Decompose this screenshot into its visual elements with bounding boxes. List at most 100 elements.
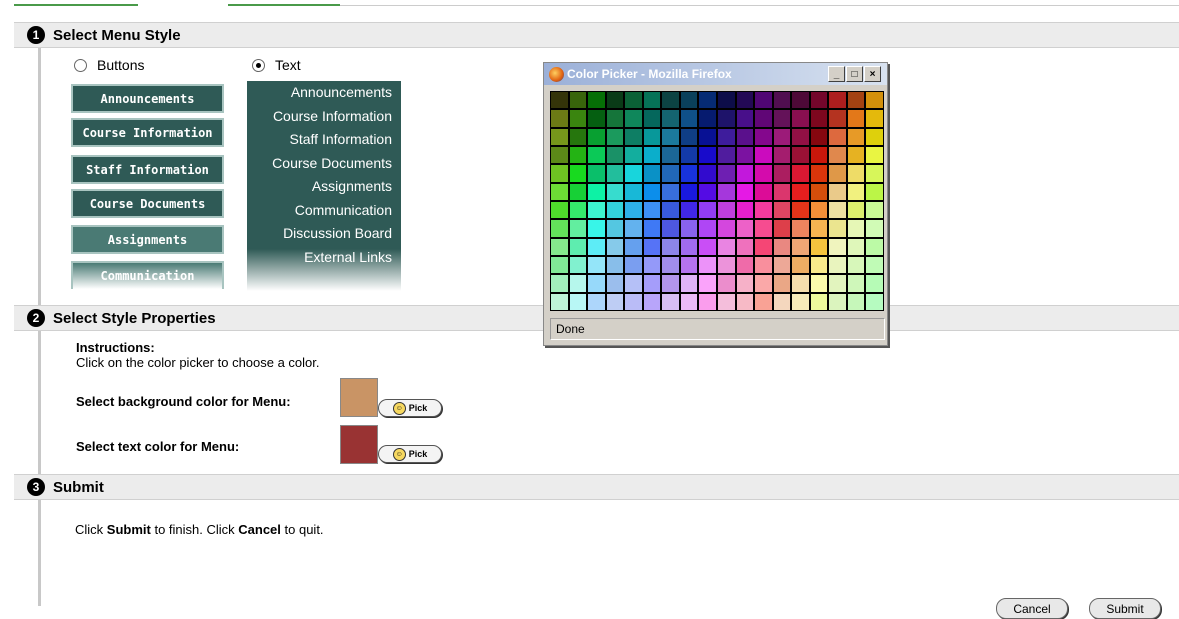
color-cell[interactable] — [643, 165, 661, 182]
color-cell[interactable] — [773, 92, 791, 109]
color-cell[interactable] — [588, 110, 605, 127]
color-cell[interactable] — [625, 202, 642, 219]
color-cell[interactable] — [755, 293, 772, 310]
color-cell[interactable] — [643, 275, 661, 292]
color-cell[interactable] — [588, 293, 605, 310]
cancel-button[interactable]: Cancel — [996, 598, 1068, 619]
color-cell[interactable] — [551, 238, 568, 255]
color-cell[interactable] — [829, 92, 846, 109]
color-cell[interactable] — [829, 257, 846, 274]
color-cell[interactable] — [717, 238, 735, 255]
color-cell[interactable] — [662, 238, 679, 255]
color-cell[interactable] — [755, 257, 772, 274]
color-cell[interactable] — [810, 165, 828, 182]
color-cell[interactable] — [551, 183, 568, 200]
color-cell[interactable] — [829, 183, 846, 200]
color-cell[interactable] — [588, 202, 605, 219]
color-cell[interactable] — [866, 275, 883, 292]
color-cell[interactable] — [755, 275, 772, 292]
color-cell[interactable] — [699, 275, 716, 292]
color-cell[interactable] — [588, 92, 605, 109]
color-cell[interactable] — [606, 275, 624, 292]
color-cell[interactable] — [755, 147, 772, 164]
color-cell[interactable] — [625, 128, 642, 145]
color-cell[interactable] — [625, 293, 642, 310]
color-cell[interactable] — [773, 110, 791, 127]
maximize-icon[interactable]: □ — [846, 66, 863, 82]
color-cell[interactable] — [717, 128, 735, 145]
color-cell[interactable] — [680, 275, 698, 292]
color-cell[interactable] — [569, 128, 587, 145]
color-cell[interactable] — [773, 220, 791, 237]
color-cell[interactable] — [736, 92, 754, 109]
color-cell[interactable] — [625, 257, 642, 274]
color-cell[interactable] — [680, 165, 698, 182]
color-cell[interactable] — [792, 92, 809, 109]
color-cell[interactable] — [810, 92, 828, 109]
color-cell[interactable] — [773, 128, 791, 145]
color-cell[interactable] — [699, 220, 716, 237]
color-cell[interactable] — [680, 110, 698, 127]
color-cell[interactable] — [810, 110, 828, 127]
color-cell[interactable] — [792, 257, 809, 274]
color-cell[interactable] — [829, 238, 846, 255]
color-cell[interactable] — [662, 110, 679, 127]
color-cell[interactable] — [606, 110, 624, 127]
text-pick-button[interactable]: ☺ Pick — [378, 445, 442, 463]
color-cell[interactable] — [736, 238, 754, 255]
color-cell[interactable] — [810, 220, 828, 237]
color-cell[interactable] — [588, 220, 605, 237]
color-cell[interactable] — [866, 165, 883, 182]
color-cell[interactable] — [755, 128, 772, 145]
color-cell[interactable] — [866, 220, 883, 237]
color-cell[interactable] — [625, 275, 642, 292]
color-cell[interactable] — [662, 128, 679, 145]
color-cell[interactable] — [662, 147, 679, 164]
color-cell[interactable] — [829, 165, 846, 182]
color-cell[interactable] — [736, 220, 754, 237]
color-cell[interactable] — [588, 128, 605, 145]
color-cell[interactable] — [662, 183, 679, 200]
color-cell[interactable] — [717, 183, 735, 200]
color-cell[interactable] — [736, 165, 754, 182]
color-cell[interactable] — [643, 128, 661, 145]
color-cell[interactable] — [551, 257, 568, 274]
color-cell[interactable] — [588, 238, 605, 255]
color-cell[interactable] — [662, 165, 679, 182]
color-cell[interactable] — [680, 257, 698, 274]
color-cell[interactable] — [755, 220, 772, 237]
color-cell[interactable] — [866, 92, 883, 109]
color-cell[interactable] — [569, 110, 587, 127]
color-cell[interactable] — [606, 183, 624, 200]
radio-buttons[interactable] — [74, 58, 87, 72]
color-cell[interactable] — [829, 220, 846, 237]
color-cell[interactable] — [717, 147, 735, 164]
radio-text[interactable] — [252, 58, 265, 72]
color-cell[interactable] — [569, 220, 587, 237]
color-cell[interactable] — [588, 165, 605, 182]
color-cell[interactable] — [717, 257, 735, 274]
color-cell[interactable] — [569, 202, 587, 219]
color-cell[interactable] — [551, 92, 568, 109]
color-cell[interactable] — [569, 257, 587, 274]
color-cell[interactable] — [736, 110, 754, 127]
color-cell[interactable] — [810, 202, 828, 219]
color-cell[interactable] — [643, 110, 661, 127]
submit-button[interactable]: Submit — [1089, 598, 1161, 619]
color-cell[interactable] — [847, 293, 865, 310]
color-cell[interactable] — [773, 147, 791, 164]
color-cell[interactable] — [866, 183, 883, 200]
color-cell[interactable] — [643, 147, 661, 164]
color-cell[interactable] — [625, 147, 642, 164]
color-cell[interactable] — [551, 110, 568, 127]
color-cell[interactable] — [625, 220, 642, 237]
color-cell[interactable] — [866, 110, 883, 127]
color-cell[interactable] — [773, 257, 791, 274]
color-cell[interactable] — [680, 238, 698, 255]
color-cell[interactable] — [829, 293, 846, 310]
color-cell[interactable] — [551, 202, 568, 219]
color-cell[interactable] — [662, 220, 679, 237]
color-cell[interactable] — [717, 202, 735, 219]
color-cell[interactable] — [699, 202, 716, 219]
color-cell[interactable] — [643, 293, 661, 310]
